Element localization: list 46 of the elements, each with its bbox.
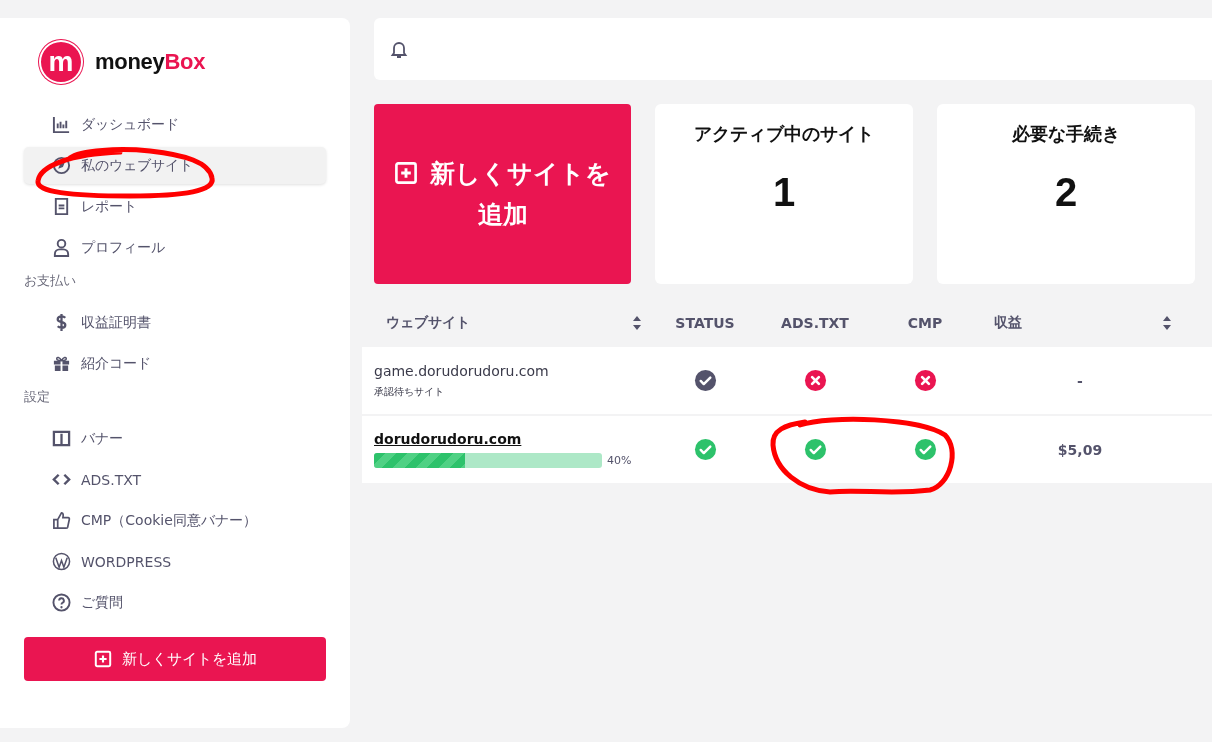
stat-value: 1 [772, 170, 796, 215]
sidebar-item[interactable]: ご質問 [24, 584, 326, 621]
sidebar-item[interactable]: WORDPRESS [24, 543, 326, 580]
sidebar-item[interactable]: 収益証明書 [24, 304, 326, 341]
sidebar-item[interactable]: レポート [24, 188, 326, 225]
sidebar-item[interactable]: 紹介コード [24, 345, 326, 382]
column-header: CMP [907, 314, 943, 331]
sidebar-item[interactable]: 私のウェブサイト [24, 147, 326, 184]
revenue-value: - [1077, 372, 1083, 389]
site-note: 承認待ちサイト [374, 384, 444, 399]
column-header: 収益 [994, 313, 1022, 332]
notification-bell-icon[interactable] [389, 39, 409, 59]
site-link[interactable]: dorudorudoru.com [374, 431, 522, 447]
question-icon [52, 593, 71, 612]
plus-square-icon [393, 160, 418, 185]
section-heading: お支払い [24, 272, 77, 290]
revenue-value: $5,09 [1057, 441, 1103, 458]
progress-reading: 40% [607, 454, 632, 467]
stat-value: 2 [1054, 170, 1078, 215]
stat-title: 必要な手続き [1012, 122, 1120, 146]
column-header: ウェブサイト [386, 313, 470, 332]
add-site-button[interactable]: 新しくサイトを追加 [24, 637, 326, 681]
plus-square-icon [93, 650, 112, 668]
sidebar-item[interactable]: CMP（Cookie同意バナー） [24, 502, 326, 539]
user-icon [52, 238, 71, 257]
logo-mark: m [39, 40, 83, 84]
column-header: ADS.TXT [781, 314, 849, 331]
sort-icon[interactable] [632, 314, 642, 331]
site-name: game.dorudorudoru.com [374, 362, 549, 379]
section-heading: 設定 [24, 388, 51, 406]
brand-name: moneyBox [95, 49, 206, 75]
document-icon [52, 197, 71, 216]
sidebar-item[interactable]: ADS.TXT [24, 461, 326, 498]
sidebar-item[interactable]: ダッシュボード [24, 106, 326, 143]
wordpress-icon [52, 552, 71, 571]
columns-icon [52, 429, 71, 448]
column-header: STATUS [675, 314, 735, 331]
gift-icon [52, 354, 71, 373]
compass-icon [52, 156, 71, 175]
sidebar-item[interactable]: プロフィール [24, 229, 326, 266]
add-site-card[interactable]: 新しくサイトを追加 [374, 104, 631, 284]
sidebar-item[interactable]: バナー [24, 420, 326, 457]
sort-icon[interactable] [1162, 314, 1172, 331]
bar-chart-icon [52, 115, 71, 134]
thumbs-up-icon [52, 511, 71, 530]
stat-title: アクティブ中のサイト [694, 122, 874, 146]
